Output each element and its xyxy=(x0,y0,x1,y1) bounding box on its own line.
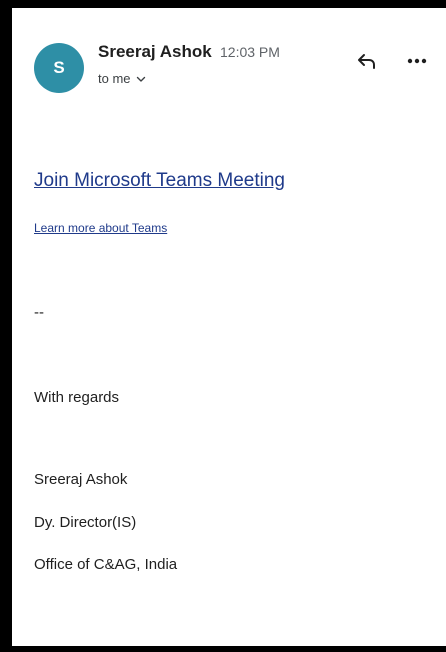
closing-text: With regards xyxy=(34,389,120,406)
more-horizontal-icon xyxy=(406,50,428,77)
sender-name[interactable]: Sreeraj Ashok xyxy=(98,42,212,62)
signature-separator: -- xyxy=(34,304,44,321)
timestamp: 12:03 PM xyxy=(220,44,280,60)
recipient-label: to me xyxy=(98,71,131,86)
learn-more-teams-link[interactable]: Learn more about Teams xyxy=(34,221,167,235)
signature-organization: Office of C&AG, India xyxy=(34,556,178,573)
signature-title: Dy. Director(IS) xyxy=(34,514,137,531)
reply-button[interactable] xyxy=(352,48,382,78)
email-view: S Sreeraj Ashok 12:03 PM to me Join Micr xyxy=(12,8,446,646)
chevron-down-icon xyxy=(135,73,147,85)
more-options-button[interactable] xyxy=(402,48,432,78)
signature-name: Sreeraj Ashok xyxy=(34,471,128,488)
avatar[interactable]: S xyxy=(34,43,84,93)
recipient-toggle[interactable]: to me xyxy=(98,71,147,86)
reply-icon xyxy=(356,50,378,77)
join-teams-meeting-link[interactable]: Join Microsoft Teams Meeting xyxy=(34,170,285,192)
